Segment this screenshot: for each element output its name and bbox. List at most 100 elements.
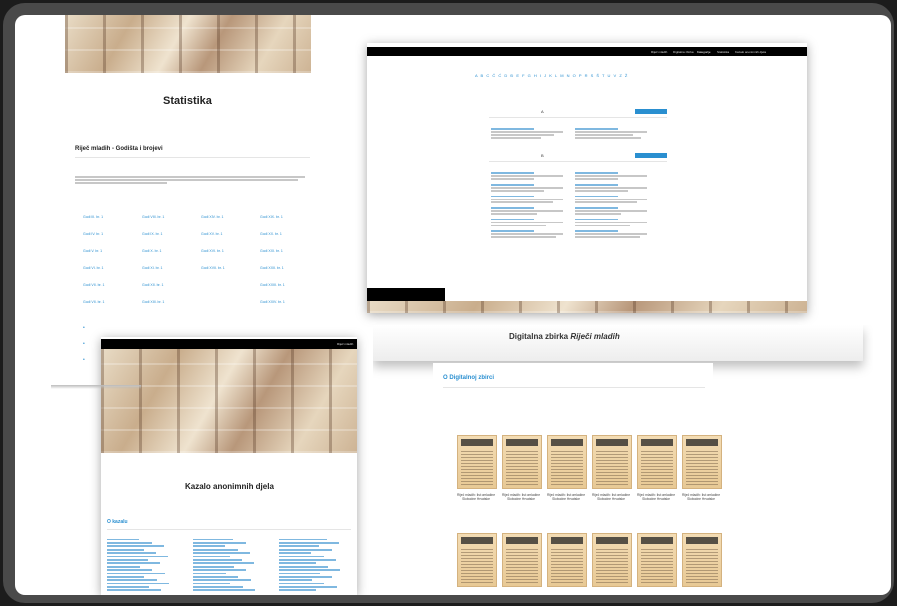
issue-thumbnail[interactable] xyxy=(592,435,632,489)
issue-thumbnail[interactable] xyxy=(592,533,632,587)
index-entry[interactable] xyxy=(279,548,332,551)
index-entry[interactable] xyxy=(107,558,149,561)
index-entry[interactable] xyxy=(279,562,316,565)
nav-item-home[interactable]: Riječ mladih xyxy=(651,50,667,54)
volume-link[interactable]: Godi XVII. br. 1 xyxy=(201,266,241,271)
index-entry[interactable] xyxy=(279,552,312,554)
volume-link[interactable]: Godi XI. br. 1 xyxy=(142,266,182,271)
nav-item-digitalna[interactable]: Digitalna zbirka xyxy=(673,50,694,54)
volume-link[interactable]: Godi X. br. 1 xyxy=(142,249,182,254)
volume-link[interactable]: Godi XVI. br. 1 xyxy=(201,249,241,254)
volume-link[interactable]: Godi XII. br. 1 xyxy=(142,283,182,288)
index-entry[interactable] xyxy=(107,582,169,585)
volume-link[interactable]: Godi XXI. br. 1 xyxy=(260,249,300,254)
issue-thumbnail[interactable] xyxy=(457,533,497,587)
index-entry[interactable] xyxy=(279,558,336,561)
index-entry[interactable] xyxy=(279,555,324,558)
index-entry[interactable] xyxy=(107,586,149,588)
volume-link[interactable]: Godi XIV. br. 1 xyxy=(201,215,241,220)
index-entry[interactable] xyxy=(279,586,337,588)
author-entry[interactable] xyxy=(575,195,647,204)
index-entry[interactable] xyxy=(193,562,255,565)
volume-link[interactable]: Godi VII. br. 1 xyxy=(83,283,123,288)
volume-link[interactable]: Godi IX. br. 1 xyxy=(142,232,182,237)
author-entry[interactable] xyxy=(491,230,563,238)
volume-link[interactable]: Godi IV. br. 1 xyxy=(83,232,123,237)
author-entry[interactable] xyxy=(575,230,647,238)
volume-link[interactable]: Godi XXIV. br. 1 xyxy=(260,300,300,305)
index-entry[interactable] xyxy=(107,562,161,565)
kazalo-card[interactable]: Riječ mladih Kazalo anonimnih djela O ka… xyxy=(101,337,357,595)
top-button-b[interactable] xyxy=(635,153,667,158)
nav-item-kategorije[interactable]: Kategorije xyxy=(697,50,711,54)
index-entry[interactable] xyxy=(107,548,144,551)
author-entry[interactable] xyxy=(575,218,647,227)
index-entry[interactable] xyxy=(193,538,234,541)
index-entry[interactable] xyxy=(193,579,251,582)
index-entry[interactable] xyxy=(193,586,243,588)
volume-link[interactable]: Godi XV. br. 1 xyxy=(201,232,241,237)
volume-link[interactable]: Godi XIII. br. 1 xyxy=(142,300,182,305)
nav-item-statistika[interactable]: Statistika xyxy=(717,50,729,54)
index-entry[interactable] xyxy=(107,545,164,548)
issue-thumbnail[interactable] xyxy=(547,435,587,489)
issue-thumbnail[interactable] xyxy=(682,533,722,587)
issue-thumbnail[interactable] xyxy=(502,533,542,587)
index-entry[interactable] xyxy=(107,589,161,592)
index-entry[interactable] xyxy=(193,555,230,558)
author-entry[interactable] xyxy=(575,172,647,180)
index-entry[interactable] xyxy=(279,575,333,578)
autori-card[interactable]: Riječ mladih Digitalna zbirka Kategorije… xyxy=(367,43,807,313)
index-entry[interactable] xyxy=(107,569,153,571)
index-entry[interactable] xyxy=(193,582,231,585)
index-entry[interactable] xyxy=(193,552,250,554)
index-entry[interactable] xyxy=(279,569,341,571)
index-entry[interactable] xyxy=(193,565,235,568)
index-entry[interactable] xyxy=(107,538,140,541)
author-entry[interactable] xyxy=(575,207,647,215)
nav-item-kazalo[interactable]: Kazalo anonimnih djela xyxy=(735,50,766,54)
issue-thumbnail[interactable] xyxy=(502,435,542,489)
author-entry[interactable] xyxy=(491,183,563,192)
issue-thumbnail[interactable] xyxy=(637,533,677,587)
alphabet-index[interactable]: A B C Č Ć D Đ E F G H I J K L M N O P R … xyxy=(475,73,628,78)
issue-thumbnail[interactable] xyxy=(547,533,587,587)
index-entry[interactable] xyxy=(107,541,152,544)
issue-thumbnail[interactable] xyxy=(637,435,677,489)
index-entry[interactable] xyxy=(107,575,145,578)
index-entry[interactable] xyxy=(193,572,227,575)
issue-thumbnail[interactable] xyxy=(682,435,722,489)
volume-link[interactable]: Godi V. br. 1 xyxy=(83,249,123,254)
volume-link[interactable]: Godi VII. br. 1 xyxy=(83,300,123,305)
volume-link[interactable]: Godi III. br. 1 xyxy=(83,215,123,220)
author-entry[interactable] xyxy=(491,172,563,180)
index-entry[interactable] xyxy=(279,589,317,592)
author-entry[interactable] xyxy=(575,183,647,192)
top-button-a[interactable] xyxy=(635,109,667,114)
statistika-card[interactable]: Statistika Riječ mladih - Godišta i broj… xyxy=(53,15,353,390)
volume-link[interactable]: Godi XXIII. br. 1 xyxy=(260,283,300,288)
index-entry[interactable] xyxy=(193,541,246,544)
index-entry[interactable] xyxy=(279,572,321,575)
index-entry[interactable] xyxy=(107,572,165,575)
digitalna-card[interactable]: Digitalna zbirka Riječi mladih O Digital… xyxy=(373,325,873,595)
index-entry[interactable] xyxy=(107,555,169,558)
issue-thumbnail[interactable] xyxy=(457,435,497,489)
index-entry[interactable] xyxy=(193,569,247,571)
volume-link[interactable]: Godi VI. br. 1 xyxy=(83,266,123,271)
index-entry[interactable] xyxy=(107,565,141,568)
volume-link[interactable]: Godi XIX. br. 1 xyxy=(260,215,300,220)
index-entry[interactable] xyxy=(279,545,320,548)
index-entry[interactable] xyxy=(279,538,328,541)
index-entry[interactable] xyxy=(107,579,157,582)
author-entry[interactable] xyxy=(491,195,563,204)
index-entry[interactable] xyxy=(193,575,239,578)
volume-link[interactable]: Godi VIII. br. 1 xyxy=(142,215,182,220)
index-entry[interactable] xyxy=(279,582,325,585)
author-entry[interactable] xyxy=(491,218,563,227)
nav-link-home[interactable]: Riječ mladih xyxy=(337,342,353,346)
volume-link[interactable]: Godi XX. br. 1 xyxy=(260,232,300,237)
index-entry[interactable] xyxy=(107,552,156,554)
index-entry[interactable] xyxy=(279,541,340,544)
index-entry[interactable] xyxy=(279,565,328,568)
